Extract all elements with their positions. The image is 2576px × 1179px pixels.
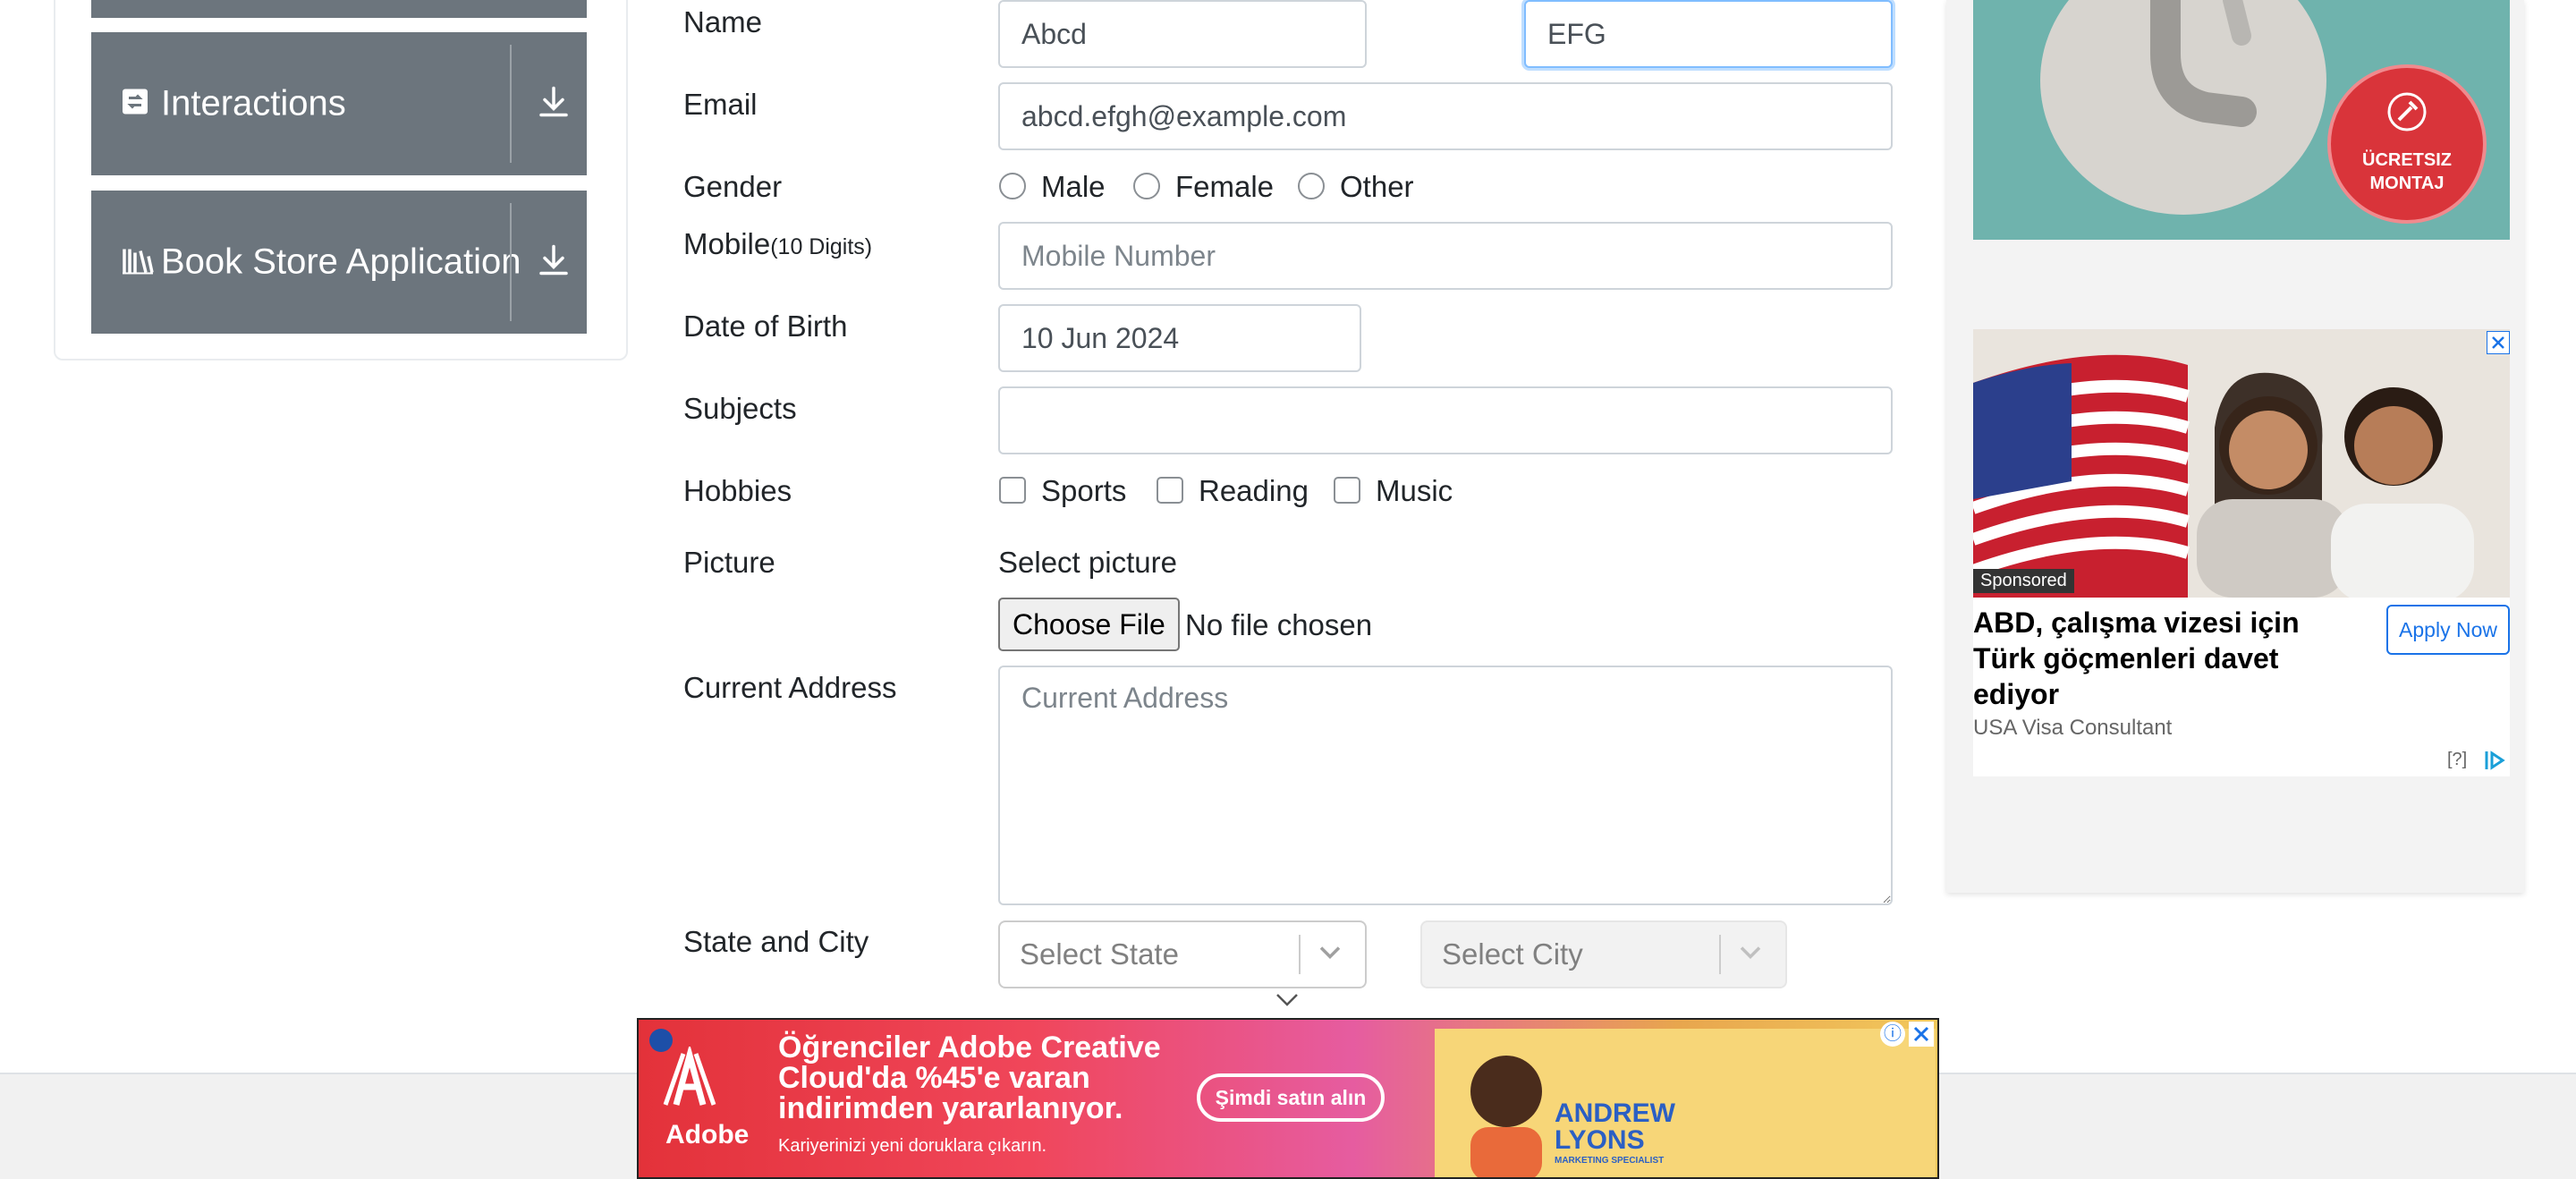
address-label: Current Address — [683, 671, 897, 704]
subjects-label: Subjects — [683, 392, 797, 425]
mobile-label: Mobile(10 Digits) — [683, 227, 873, 260]
ad-close-icon[interactable] — [2487, 331, 2510, 354]
city-placeholder: Select City — [1442, 937, 1583, 971]
dob-input[interactable] — [998, 304, 1361, 372]
divider — [1719, 935, 1721, 974]
gender-label: Gender — [683, 170, 783, 203]
gender-other-label[interactable]: Other — [1340, 170, 1414, 204]
visa-ad-image[interactable] — [1973, 329, 2510, 598]
dob-label: Date of Birth — [683, 310, 848, 343]
choose-file-button[interactable]: Choose File — [998, 598, 1180, 651]
state-select[interactable]: Select State — [998, 920, 1367, 988]
hobbies-label: Hobbies — [683, 474, 792, 507]
gender-male-radio[interactable] — [999, 173, 1026, 199]
mobile-hint: (10 Digits) — [770, 234, 873, 259]
adobe-brand: Adobe — [665, 1120, 750, 1149]
ad-info-icon[interactable]: ⓘ — [1880, 1022, 1905, 1047]
sidebar-item-label: Book Store Application — [161, 242, 521, 282]
gender-female-radio[interactable] — [1133, 173, 1160, 199]
expand-chevron-icon[interactable] — [1275, 993, 1299, 1012]
email-label: Email — [683, 88, 758, 121]
download-icon[interactable] — [538, 86, 569, 123]
wrench-icon — [2387, 92, 2427, 131]
person-title: MARKETING SPECIALIST — [1555, 1156, 1665, 1166]
ad-visual: ANDREW LYONS MARKETING SPECIALIST — [1435, 1029, 1936, 1177]
gender-male-label[interactable]: Male — [1041, 170, 1106, 204]
ad-help-link[interactable]: [?] — [2447, 750, 2467, 770]
address-textarea[interactable] — [998, 666, 1893, 905]
hobby-reading-label[interactable]: Reading — [1199, 474, 1309, 508]
right-ad-panel: ÜCRETSIZ MONTAJ Sponsored ABD, çalışma v… — [1946, 0, 2524, 893]
chevron-down-icon — [1739, 946, 1762, 964]
last-name-input[interactable] — [1524, 0, 1893, 68]
sponsored-badge: Sponsored — [1973, 569, 2074, 593]
hobby-reading-checkbox[interactable] — [1157, 477, 1183, 504]
name-label: Name — [683, 5, 763, 38]
gender-other-radio[interactable] — [1298, 173, 1325, 199]
sidebar-item-book-store[interactable]: Book Store Application — [91, 191, 587, 334]
adchoices-icon[interactable] — [2483, 750, 2506, 776]
sidebar-item-label: Interactions — [161, 83, 346, 123]
adobe-headline: Öğrenciler Adobe Creative Cloud'da %45'e… — [778, 1031, 1161, 1125]
hobby-music-label[interactable]: Music — [1376, 474, 1453, 508]
hobby-sports-label[interactable]: Sports — [1041, 474, 1126, 508]
person-illustration — [1470, 1056, 1542, 1177]
state-city-label: State and City — [683, 925, 869, 958]
interactions-icon — [122, 89, 148, 120]
picture-prompt: Select picture — [998, 546, 1177, 579]
sidebar-item-interactions[interactable]: Interactions — [91, 32, 587, 175]
subjects-input[interactable] — [998, 386, 1893, 454]
state-placeholder: Select State — [1020, 937, 1179, 971]
free-install-badge: ÜCRETSIZ MONTAJ — [2327, 64, 2487, 224]
city-select[interactable]: Select City — [1420, 920, 1787, 988]
gender-female-label[interactable]: Female — [1175, 170, 1274, 204]
chevron-down-icon — [1318, 946, 1342, 964]
picture-label: Picture — [683, 546, 775, 579]
buy-now-button[interactable]: Şimdi satın alın — [1197, 1073, 1385, 1122]
divider — [510, 203, 512, 321]
hobby-sports-checkbox[interactable] — [999, 477, 1026, 504]
adobe-subline: Kariyerinizi yeni doruklara çıkarın. — [778, 1136, 1047, 1156]
apply-now-button[interactable]: Apply Now — [2386, 605, 2510, 655]
ad-headline[interactable]: ABD, çalışma vizesi için Türk göçmenleri… — [1973, 605, 2331, 712]
books-icon — [122, 246, 154, 279]
email-input[interactable] — [998, 82, 1893, 150]
badge-line-1: ÜCRETSIZ — [2362, 150, 2452, 170]
sidebar-item-previous[interactable] — [91, 0, 587, 18]
mobile-input[interactable] — [998, 222, 1893, 290]
hobby-music-checkbox[interactable] — [1334, 477, 1360, 504]
no-file-text: No file chosen — [1185, 608, 1373, 641]
adobe-banner-ad[interactable]: Adobe Öğrenciler Adobe Creative Cloud'da… — [637, 1018, 1939, 1179]
download-icon[interactable] — [538, 244, 569, 281]
ad-source: USA Visa Consultant — [1973, 716, 2173, 740]
adobe-logo-icon — [658, 1043, 721, 1114]
ad-close-icon[interactable] — [1909, 1022, 1934, 1047]
person-name: ANDREW LYONS — [1555, 1098, 1675, 1155]
divider — [510, 45, 512, 163]
badge-line-2: MONTAJ — [2369, 174, 2445, 193]
divider — [1299, 935, 1301, 974]
first-name-input[interactable] — [998, 0, 1367, 68]
